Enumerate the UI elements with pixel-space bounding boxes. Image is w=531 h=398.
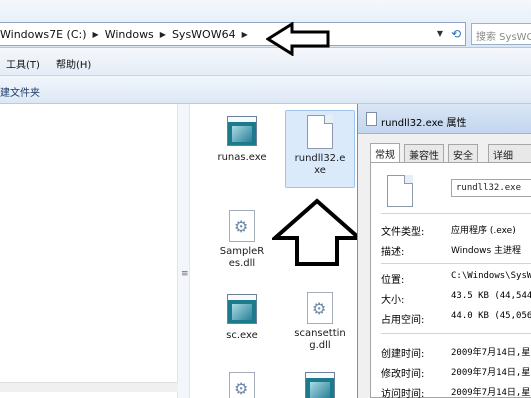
search-placeholder: 搜索 SysWOW	[476, 32, 531, 43]
file-item-partial[interactable]: ⚙	[207, 372, 277, 398]
horizontal-scrollbar[interactable]	[0, 382, 178, 392]
file-item-partial[interactable]	[285, 372, 355, 398]
prop-value: 应用程序 (.exe)	[451, 226, 516, 236]
refresh-icon[interactable]: ⟲	[446, 24, 466, 44]
prop-row-location: 位置: C:\Windows\SysW	[371, 271, 531, 286]
navigation-pane[interactable]	[0, 104, 178, 398]
prop-row-modified: 修改时间: 2009年7月14日,星	[371, 365, 531, 380]
annotation-arrow-up	[272, 198, 362, 266]
search-input[interactable]: 搜索 SysWOW	[471, 23, 531, 45]
prop-row-created: 创建时间: 2009年7月14日,星	[371, 345, 531, 360]
prop-value: 2009年7月14日,星	[451, 348, 531, 358]
dll-icon: ⚙	[229, 372, 255, 398]
prop-label: 大小:	[381, 295, 405, 306]
prop-value: 44.0 KB (45,056	[451, 311, 531, 321]
divider	[381, 263, 531, 264]
prop-value: 2009年7月14日,星	[451, 368, 531, 378]
file-item[interactable]: sc.exe	[207, 294, 277, 342]
gear-icon: ⚙	[234, 379, 249, 398]
annotation-arrow-left	[266, 22, 330, 56]
prop-value: Windows 主进程	[451, 246, 522, 256]
exe-icon	[305, 372, 335, 398]
breadcrumb-arrow-icon[interactable]: ▶	[242, 30, 248, 39]
dialog-general-panel: rundll32.exe 文件类型: 应用程序 (.exe) 描述: Windo…	[370, 162, 531, 398]
prop-label: 修改时间:	[381, 369, 425, 380]
address-dropdown-icon[interactable]: ▼	[437, 29, 443, 38]
file-label: runas.exe	[217, 152, 267, 163]
prop-row-type: 文件类型: 应用程序 (.exe)	[371, 223, 531, 238]
divider	[381, 213, 531, 214]
dialog-title: rundll32.exe 属性	[381, 118, 467, 129]
divider	[381, 333, 531, 334]
splitter-grip-icon[interactable]: ≡	[181, 269, 189, 279]
dialog-title-bar[interactable]: rundll32.exe 属性	[358, 104, 531, 134]
dialog-tabs: 常规 兼容性 安全 详细	[370, 143, 531, 163]
document-icon	[307, 115, 333, 149]
new-folder-button[interactable]: 建文件夹	[0, 84, 40, 99]
file-item[interactable]: ⚙ scansetting.dll	[285, 292, 355, 352]
tab-compatibility[interactable]: 兼容性	[404, 144, 444, 162]
prop-label: 访问时间:	[381, 389, 425, 398]
file-item[interactable]: ⚙ SampleRes.dll	[207, 210, 277, 270]
menu-help[interactable]: 帮助(H)	[56, 56, 91, 71]
prop-value: 2009年7月14日,星	[451, 388, 531, 398]
dll-icon: ⚙	[307, 292, 333, 324]
breadcrumb-arrow-icon[interactable]: ▶	[160, 30, 166, 39]
address-bar[interactable]: Windows7E (C:) ▶ Windows ▶ SysWOW64 ▶ ▼	[0, 22, 466, 46]
file-label: SampleRes.dll	[219, 246, 265, 269]
pane-splitter[interactable]: ≡	[178, 104, 190, 398]
breadcrumb-windows[interactable]: Windows	[105, 28, 154, 41]
gear-icon: ⚙	[312, 299, 327, 318]
tab-general[interactable]: 常规	[370, 143, 400, 163]
exe-icon	[227, 294, 257, 324]
file-label: scansetting.dll	[294, 328, 346, 351]
properties-dialog: rundll32.exe 属性 常规 兼容性 安全 详细 rundll32.ex…	[357, 104, 531, 398]
document-icon	[366, 112, 377, 126]
prop-value: 43.5 KB (44,544	[451, 291, 531, 301]
tab-security[interactable]: 安全	[448, 144, 478, 162]
prop-label: 位置:	[381, 275, 405, 286]
prop-value: C:\Windows\SysW	[451, 271, 531, 281]
prop-label: 文件类型:	[381, 227, 425, 238]
breadcrumb-drive[interactable]: Windows7E (C:)	[0, 28, 87, 41]
exe-icon	[227, 116, 257, 146]
dll-icon: ⚙	[229, 210, 255, 242]
prop-row-accessed: 访问时间: 2009年7月14日,星	[371, 385, 531, 398]
document-icon	[387, 175, 413, 207]
prop-label: 占用空间:	[381, 315, 425, 326]
prop-label: 描述:	[381, 247, 405, 258]
file-item-selected[interactable]: rundll32.exe	[285, 110, 355, 188]
tab-details[interactable]: 详细	[488, 144, 531, 162]
prop-row-size: 大小: 43.5 KB (44,544	[371, 291, 531, 306]
breadcrumb-syswow64[interactable]: SysWOW64	[172, 28, 236, 41]
toolbar: 建文件夹	[0, 76, 531, 104]
filename-field[interactable]: rundll32.exe	[451, 179, 531, 197]
breadcrumb-arrow-icon[interactable]: ▶	[93, 30, 99, 39]
menu-tools[interactable]: 工具(T)	[6, 56, 40, 71]
prop-row-size-on-disk: 占用空间: 44.0 KB (45,056	[371, 311, 531, 326]
file-label: sc.exe	[226, 330, 258, 341]
gear-icon: ⚙	[234, 217, 249, 236]
file-label: rundll32.exe	[294, 153, 346, 176]
file-item[interactable]: runas.exe	[207, 116, 277, 164]
prop-row-description: 描述: Windows 主进程	[371, 243, 531, 258]
prop-label: 创建时间:	[381, 349, 425, 360]
